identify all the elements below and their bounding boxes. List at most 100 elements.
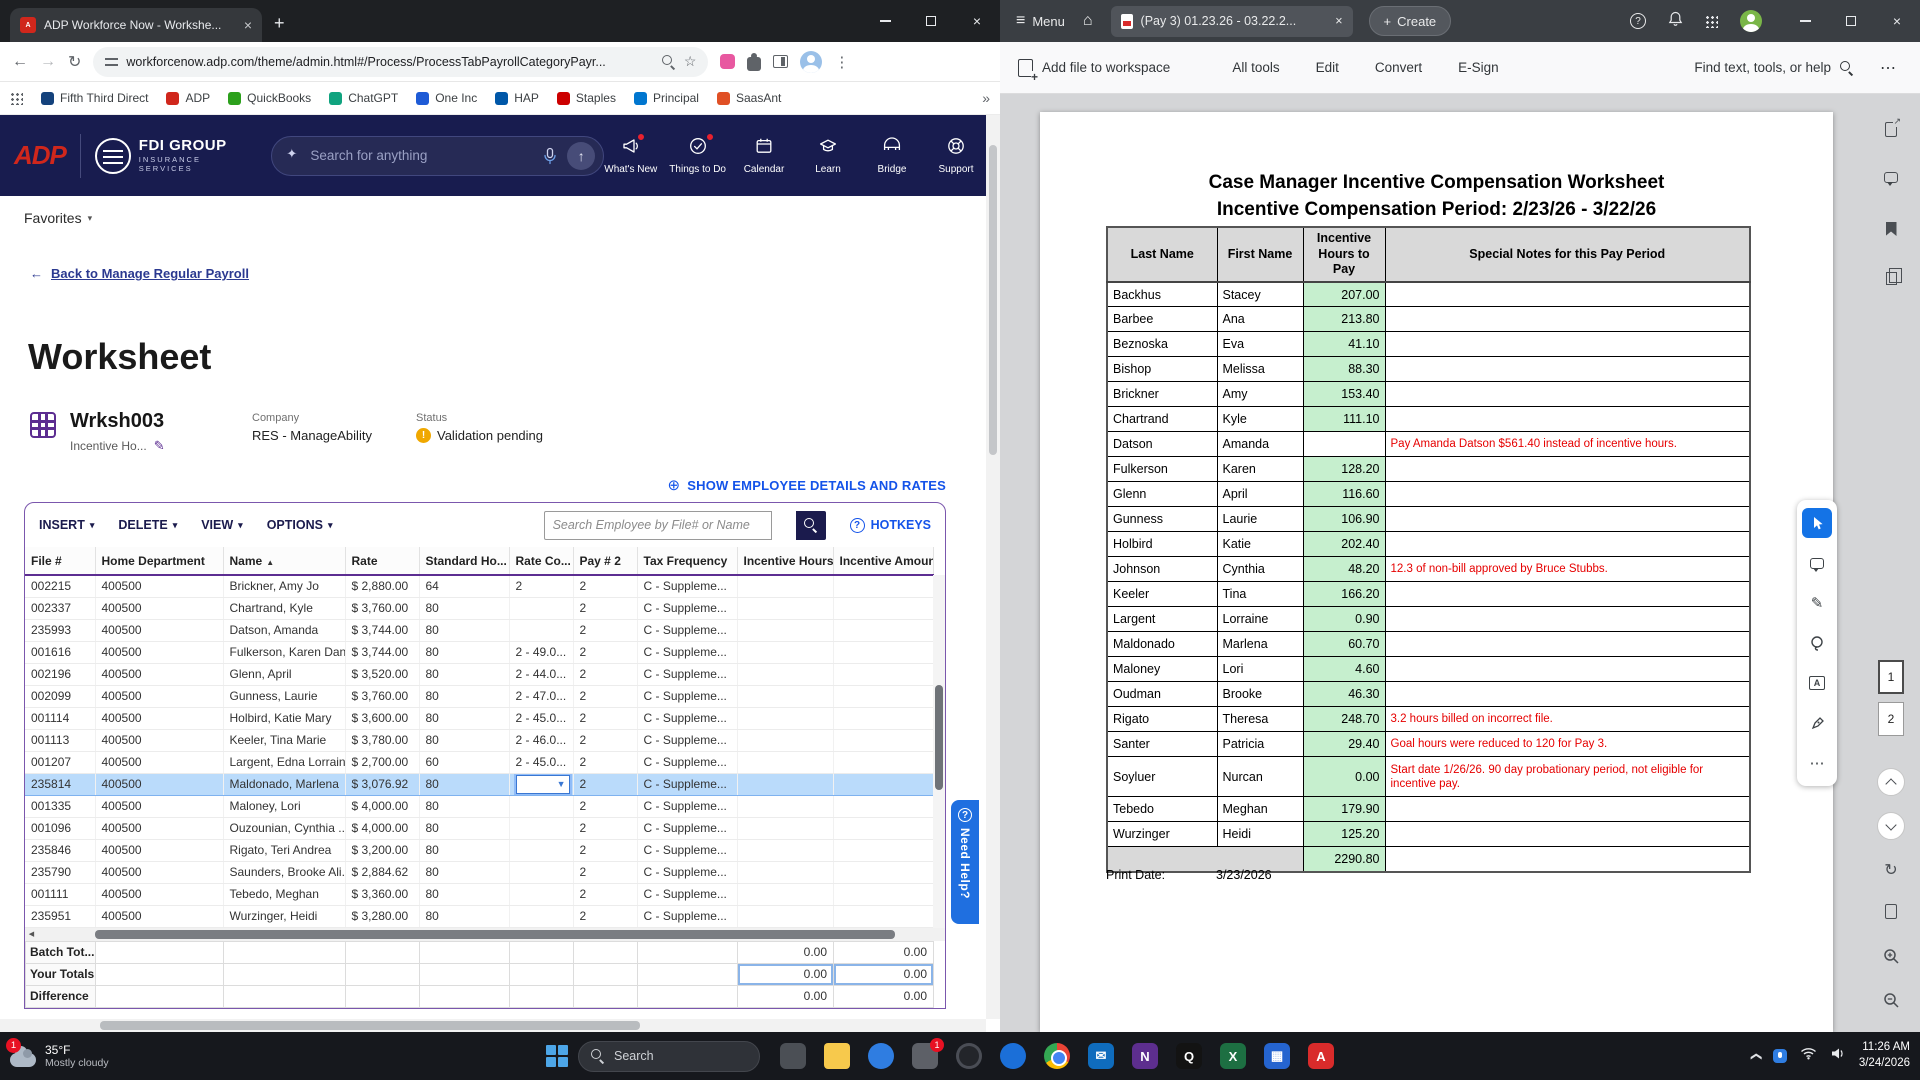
weather-widget[interactable]: 1 35°F Mostly cloudy bbox=[6, 1032, 109, 1080]
help-icon[interactable]: ? bbox=[1630, 13, 1646, 29]
app-calendar[interactable]: ▦ bbox=[1264, 1043, 1290, 1069]
app-launcher-grid-icon[interactable] bbox=[1705, 14, 1718, 28]
rate-code-cell[interactable] bbox=[509, 883, 574, 906]
incentive-hours-cell[interactable] bbox=[737, 751, 834, 774]
table-row[interactable]: 001096 400500 Ouzounian, Cynthia ... $ 4,00… bbox=[25, 817, 934, 840]
app-onenote[interactable]: N bbox=[1132, 1043, 1158, 1069]
incentive-hours-cell[interactable] bbox=[737, 861, 834, 884]
incentive-hours-cell[interactable] bbox=[737, 883, 834, 906]
search-in-page-icon[interactable] bbox=[661, 54, 676, 69]
edit-pencil-icon[interactable]: ✎ bbox=[154, 438, 165, 454]
incentive-hours-cell[interactable] bbox=[737, 772, 834, 796]
file-number-link[interactable]: 002196 bbox=[25, 663, 96, 686]
site-info-icon[interactable] bbox=[105, 56, 119, 67]
table-row[interactable]: 001207 400500 Largent, Edna Lorraine $ 2,70… bbox=[25, 751, 934, 774]
column-header[interactable]: File # bbox=[25, 547, 96, 576]
table-row[interactable]: 235790 400500 Saunders, Brooke Ali... $ 2,8… bbox=[25, 861, 934, 884]
extension-pink-icon[interactable] bbox=[720, 54, 736, 69]
file-explorer[interactable] bbox=[824, 1043, 850, 1069]
grid-horizontal-scrollbar[interactable]: ◀ bbox=[25, 927, 945, 941]
back-to-payroll-link[interactable]: ← Back to Manage Regular Payroll bbox=[30, 266, 249, 281]
incentive-amount-cell[interactable] bbox=[833, 905, 934, 928]
bookmarks-panel-icon[interactable] bbox=[1874, 222, 1908, 236]
app-window[interactable] bbox=[780, 1043, 806, 1069]
bookmark-item[interactable]: One Inc bbox=[416, 91, 477, 105]
wifi-icon[interactable] bbox=[1800, 1047, 1817, 1065]
file-number-link[interactable]: 001114 bbox=[25, 707, 96, 730]
file-number-link[interactable]: 001616 bbox=[25, 641, 96, 664]
app-excel[interactable]: X bbox=[1220, 1043, 1246, 1069]
find-button[interactable]: Find text, tools, or help bbox=[1694, 60, 1854, 75]
table-row[interactable]: 001335 400500 Maloney, Lori $ 4,000.00 80 2 C … bbox=[25, 795, 934, 818]
scrollbar-thumb[interactable] bbox=[100, 1021, 640, 1030]
fit-page-icon[interactable] bbox=[1874, 904, 1908, 919]
incentive-amount-cell[interactable] bbox=[833, 729, 934, 752]
back-icon[interactable]: ← bbox=[12, 53, 28, 71]
browser-horizontal-scrollbar[interactable] bbox=[0, 1019, 986, 1032]
rate-code-cell[interactable]: 2 - 45.0... bbox=[509, 707, 574, 730]
rate-code-cell[interactable] bbox=[509, 795, 574, 818]
table-row[interactable]: 002215 400500 Brickner, Amy Jo $ 2,880.00 64… bbox=[25, 575, 934, 598]
rate-code-cell[interactable]: 2 bbox=[509, 575, 574, 598]
scroll-left-icon[interactable]: ◀ bbox=[25, 930, 38, 938]
incentive-hours-cell[interactable] bbox=[737, 619, 834, 642]
window-minimize-button[interactable] bbox=[862, 0, 908, 42]
acrobat-menu-convert[interactable]: Convert bbox=[1375, 60, 1422, 75]
more-options-icon[interactable]: ⋯ bbox=[1880, 58, 1896, 78]
bookmark-item[interactable]: ADP bbox=[166, 91, 210, 105]
employee-search-button[interactable] bbox=[795, 510, 826, 540]
rate-code-cell[interactable] bbox=[509, 861, 574, 884]
column-header[interactable]: Rate bbox=[345, 547, 420, 576]
volume-icon[interactable] bbox=[1830, 1047, 1846, 1065]
table-row[interactable]: 001111 400500 Tebedo, Meghan $ 3,360.00 80 2 C… bbox=[25, 883, 934, 906]
draw-tool-button[interactable]: ✎ bbox=[1802, 588, 1832, 618]
adp-nav-calendar[interactable]: Calendar bbox=[738, 136, 790, 175]
totals-hours-cell[interactable]: 0.00 bbox=[737, 962, 834, 986]
rate-code-cell[interactable]: 2 - 49.0... bbox=[509, 641, 574, 664]
table-row[interactable]: 002196 400500 Glenn, April $ 3,520.00 80 2 - … bbox=[25, 663, 934, 686]
profile-avatar[interactable] bbox=[800, 50, 823, 73]
page-thumbnail-2[interactable]: 2 bbox=[1874, 702, 1908, 736]
rate-code-cell[interactable] bbox=[509, 839, 574, 862]
zoom-in-icon[interactable] bbox=[1874, 948, 1908, 965]
add-text-tool-button[interactable]: A bbox=[1802, 668, 1832, 698]
file-number-link[interactable]: 002337 bbox=[25, 597, 96, 620]
file-number-link[interactable]: 001111 bbox=[25, 883, 96, 906]
extensions-puzzle-icon[interactable] bbox=[747, 52, 762, 71]
url-field[interactable]: workforcenow.adp.com/theme/admin.html#/P… bbox=[93, 46, 709, 77]
grid-menu-options[interactable]: OPTIONS ▾ bbox=[267, 518, 333, 532]
microphone-icon[interactable] bbox=[543, 147, 557, 165]
incentive-amount-cell[interactable] bbox=[833, 795, 934, 818]
bookmark-star-icon[interactable]: ☆ bbox=[684, 53, 697, 70]
file-number-link[interactable]: 235814 bbox=[25, 772, 96, 796]
table-row[interactable]: 002099 400500 Gunness, Laurie $ 3,760.00 80 2… bbox=[25, 685, 934, 708]
reload-icon[interactable]: ↻ bbox=[68, 52, 81, 72]
bookmark-item[interactable]: Principal bbox=[633, 91, 699, 105]
document-tab[interactable]: (Pay 3) 01.23.26 - 03.22.2... × bbox=[1110, 5, 1353, 37]
incentive-hours-cell[interactable] bbox=[737, 685, 834, 708]
notifications-bell-icon[interactable] bbox=[1668, 11, 1683, 32]
comment-tool-button[interactable] bbox=[1802, 548, 1832, 578]
bookmark-item[interactable]: Fifth Third Direct bbox=[41, 91, 148, 105]
incentive-hours-cell[interactable] bbox=[737, 839, 834, 862]
rate-code-cell[interactable]: 2 - 46.0... bbox=[509, 729, 574, 752]
column-header[interactable]: Incentive Hours bbox=[737, 547, 834, 576]
home-icon[interactable]: ⌂ bbox=[1083, 12, 1093, 30]
taskbar-search-box[interactable]: Search bbox=[578, 1040, 760, 1072]
incentive-hours-cell[interactable] bbox=[737, 707, 834, 730]
browser-vertical-scrollbar[interactable] bbox=[986, 115, 1000, 1019]
app-acrobat[interactable]: A bbox=[1308, 1043, 1334, 1069]
fill-sign-tool-button[interactable] bbox=[1802, 708, 1832, 738]
rate-code-cell[interactable] bbox=[509, 817, 574, 840]
file-number-link[interactable]: 001335 bbox=[25, 795, 96, 818]
incentive-amount-cell[interactable] bbox=[833, 619, 934, 642]
rate-code-cell[interactable]: 2 - 44.0... bbox=[509, 663, 574, 686]
incentive-hours-cell[interactable] bbox=[737, 575, 834, 598]
incentive-hours-cell[interactable] bbox=[737, 817, 834, 840]
file-number-link[interactable]: 235951 bbox=[25, 905, 96, 928]
incentive-hours-cell[interactable] bbox=[737, 795, 834, 818]
sidebar-icon[interactable] bbox=[773, 55, 789, 68]
app-chrome[interactable] bbox=[1044, 1043, 1070, 1069]
incentive-amount-cell[interactable] bbox=[833, 641, 934, 664]
table-row[interactable]: 001114 400500 Holbird, Katie Mary $ 3,600.0… bbox=[25, 707, 934, 730]
